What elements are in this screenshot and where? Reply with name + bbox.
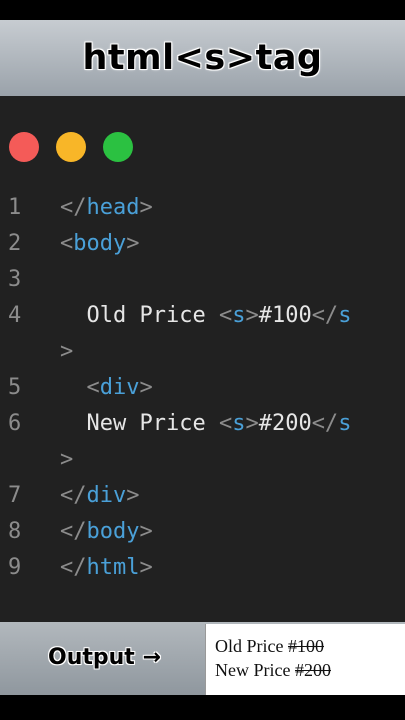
tag-bracket: > — [60, 447, 74, 472]
old-price-label: Old Price — [215, 636, 288, 656]
code-line: > — [0, 442, 405, 478]
tag-bracket: </ — [60, 195, 87, 220]
tag-bracket: > — [245, 411, 259, 436]
new-price-struck: #200 — [294, 660, 331, 680]
tag-bracket: > — [126, 483, 140, 508]
code-text: > — [60, 442, 73, 478]
line-number: 4 — [8, 303, 22, 328]
tag-bracket: </ — [60, 519, 87, 544]
code-line: 5 <div> — [0, 370, 405, 406]
code-text: Old Price <s>#100</s — [60, 298, 351, 334]
tag-bracket: < — [60, 231, 74, 256]
tag-bracket: > — [245, 303, 259, 328]
code-text: </body> — [60, 514, 153, 550]
code-literal: New Price — [60, 411, 219, 436]
tag-bracket: > — [139, 555, 153, 580]
tag-bracket: </ — [311, 303, 339, 328]
line-number: 3 — [8, 267, 22, 292]
code-text: </head> — [60, 190, 153, 226]
tag-bracket: > — [139, 519, 153, 544]
line-number: 7 — [8, 483, 22, 508]
line-number: 2 — [8, 231, 22, 256]
code-literal: #100 — [258, 303, 312, 328]
code-line: 8 </body> — [0, 514, 405, 550]
tag-bracket: </ — [60, 483, 87, 508]
code-line: 4 Old Price <s>#100</s — [0, 298, 405, 334]
code-literal: #200 — [258, 411, 312, 436]
code-text: </html> — [60, 550, 153, 586]
output-line-new-price: New Price #200 — [215, 660, 331, 681]
code-text: </div> — [60, 478, 140, 514]
tag-name: div — [99, 375, 140, 400]
tag-bracket: < — [218, 303, 233, 328]
line-number: 8 — [8, 519, 22, 544]
code-line: 1 </head> — [0, 190, 405, 226]
code-line: 3 — [0, 262, 405, 298]
title-banner: html<s>tag — [0, 20, 405, 96]
line-number: 9 — [8, 555, 22, 580]
line-number: 5 — [8, 375, 22, 400]
line-number: 1 — [8, 195, 22, 220]
tag-name: s — [232, 303, 246, 328]
tag-bracket: > — [126, 231, 140, 256]
code-text: New Price <s>#200</s — [60, 406, 351, 442]
tag-name: s — [338, 303, 352, 328]
code-text: <body> — [60, 226, 139, 262]
tag-name: body — [86, 519, 140, 544]
bottom-black-bar — [0, 695, 405, 720]
line-number: 6 — [8, 411, 22, 436]
output-label: Output → — [48, 645, 161, 670]
top-black-bar — [0, 0, 405, 20]
minimize-window-icon[interactable] — [56, 132, 86, 162]
tag-name: s — [232, 411, 246, 436]
code-line: 7 </div> — [0, 478, 405, 514]
tag-name: body — [73, 231, 127, 256]
tag-name: s — [338, 411, 352, 436]
tag-name: div — [86, 483, 127, 508]
code-line: 6 New Price <s>#200</s — [0, 406, 405, 442]
page-title: html<s>tag — [82, 38, 323, 78]
code-literal: Old Price — [60, 303, 219, 328]
code-text: <div> — [60, 370, 153, 406]
close-window-icon[interactable] — [9, 132, 39, 162]
tag-bracket: < — [218, 411, 233, 436]
new-price-label: New Price — [215, 660, 295, 680]
tag-name: head — [86, 195, 140, 220]
tag-bracket: > — [139, 375, 153, 400]
tag-bracket: </ — [311, 411, 339, 436]
tag-bracket: </ — [60, 555, 87, 580]
code-line: > — [0, 334, 405, 370]
tag-bracket: > — [139, 195, 153, 220]
old-price-struck: #100 — [287, 636, 324, 656]
tag-bracket: > — [60, 339, 74, 364]
tag-bracket: < — [60, 375, 100, 400]
output-line-old-price: Old Price #100 — [215, 636, 324, 657]
tag-name: html — [86, 555, 140, 580]
code-line: 9 </html> — [0, 550, 405, 586]
code-line: 2 <body> — [0, 226, 405, 262]
code-text: > — [60, 334, 73, 370]
maximize-window-icon[interactable] — [103, 132, 133, 162]
